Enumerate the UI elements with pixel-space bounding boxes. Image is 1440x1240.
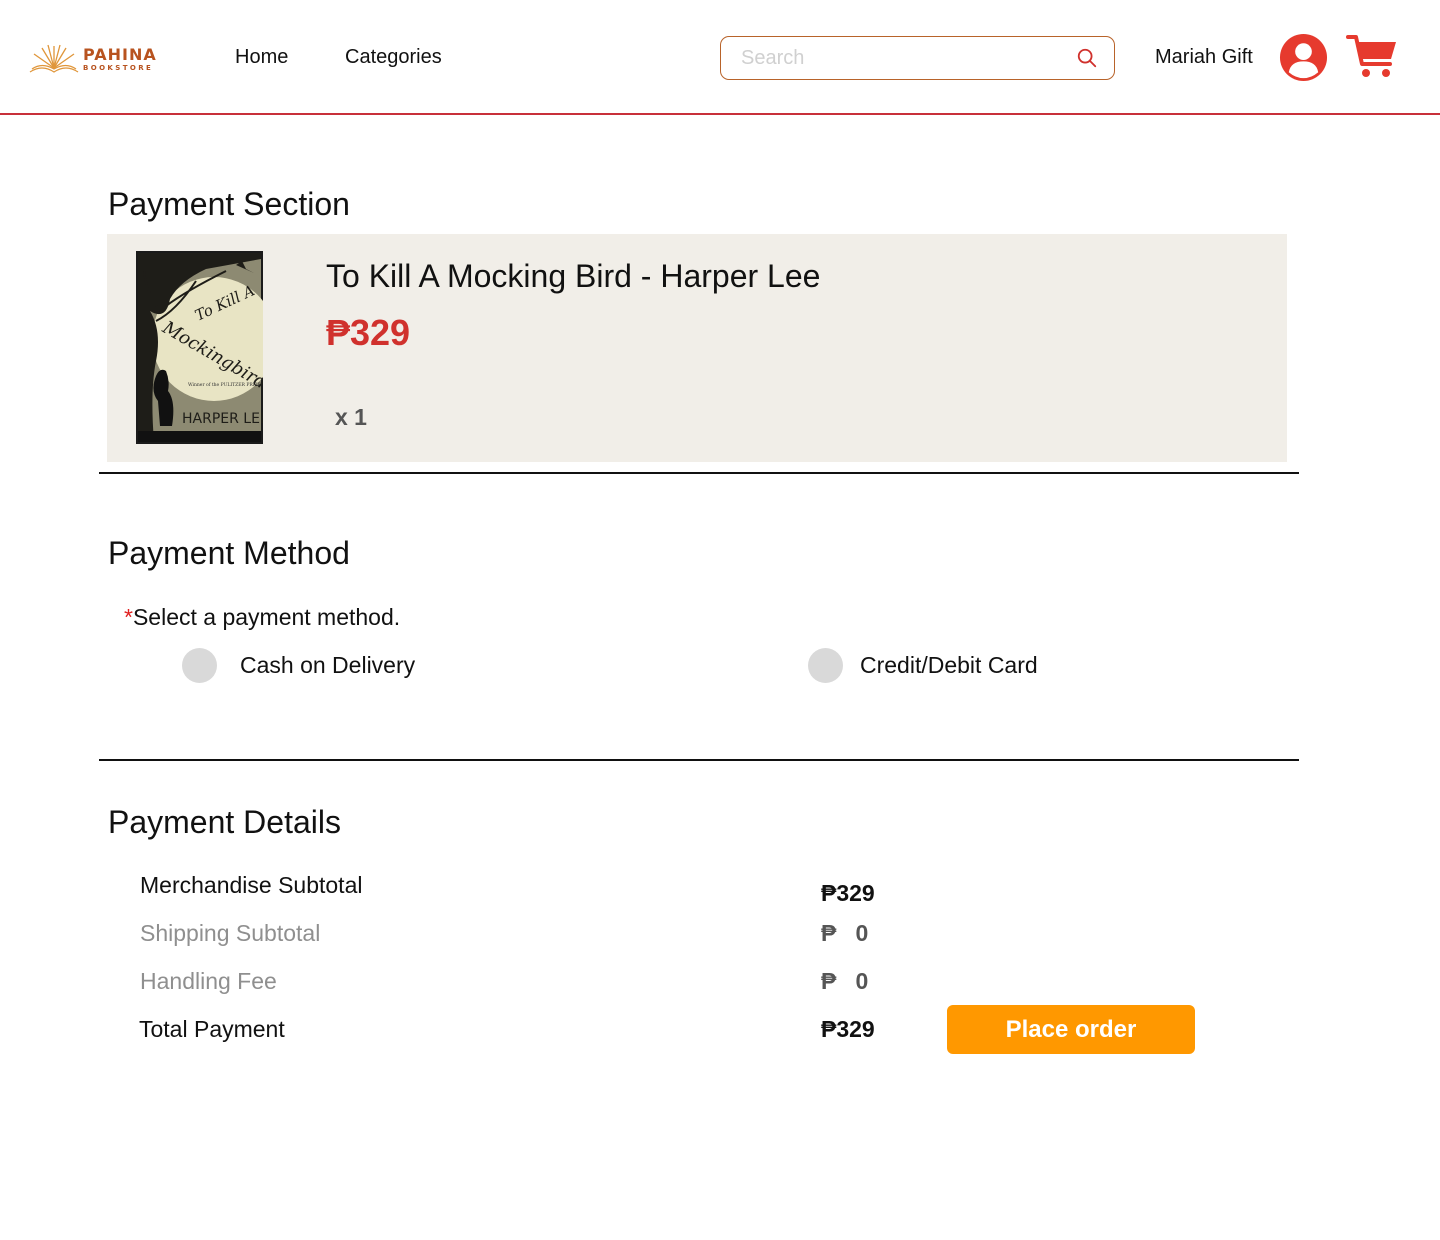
shipping-subtotal-value: ₱ 0	[821, 920, 869, 946]
payment-section-title: Payment Section	[108, 186, 350, 222]
section-divider	[99, 472, 1299, 474]
handling-fee-value: ₱ 0	[821, 968, 869, 994]
product-quantity: x 1	[335, 404, 367, 430]
credit-debit-card-radio[interactable]	[808, 648, 843, 683]
logo-name: PAHINA	[83, 45, 157, 64]
cover-award: Winner of the PULITZER PRIZE	[188, 382, 261, 388]
payment-details-title: Payment Details	[108, 804, 341, 840]
user-name[interactable]: Mariah Gift	[1155, 46, 1253, 69]
place-order-button[interactable]: Place order	[947, 1005, 1195, 1054]
search-input[interactable]	[741, 45, 1071, 71]
merchandise-subtotal-label: Merchandise Subtotal	[140, 872, 363, 898]
open-book-logo-icon	[29, 44, 79, 73]
total-payment-value: ₱329	[821, 1016, 875, 1042]
search-icon[interactable]	[1076, 47, 1098, 69]
payment-method-title: Payment Method	[108, 535, 350, 571]
total-payment-label: Total Payment	[139, 1016, 285, 1042]
cover-author: HARPER LEE	[182, 411, 263, 427]
book-cover-image: To Kill A Mockingbird Winner of the PULI…	[136, 251, 263, 444]
pahina-logo[interactable]: PAHINA BOOKSTORE	[28, 40, 168, 80]
cash-on-delivery-label[interactable]: Cash on Delivery	[240, 652, 415, 679]
logo-subtitle: BOOKSTORE	[83, 64, 154, 72]
cash-on-delivery-radio[interactable]	[182, 648, 217, 683]
section-divider	[99, 759, 1299, 761]
cart-icon[interactable]	[1346, 33, 1398, 79]
shipping-subtotal-label: Shipping Subtotal	[140, 920, 321, 946]
product-title: To Kill A Mocking Bird - Harper Lee	[326, 258, 821, 294]
nav-categories-link[interactable]: Categories	[345, 46, 442, 69]
search-box	[720, 36, 1115, 80]
handling-fee-label: Handling Fee	[140, 968, 277, 994]
payment-method-prompt: *Select a payment method.	[124, 604, 400, 631]
product-price: ₱329	[326, 312, 411, 353]
required-marker: *	[124, 604, 133, 630]
user-avatar-icon[interactable]	[1279, 33, 1328, 82]
credit-debit-card-label[interactable]: Credit/Debit Card	[860, 652, 1038, 679]
nav-home-link[interactable]: Home	[235, 46, 288, 69]
payment-method-prompt-text: Select a payment method.	[132, 604, 401, 630]
site-header: PAHINA BOOKSTORE Home Categories Mariah …	[0, 0, 1440, 115]
merchandise-subtotal-value: ₱329	[821, 880, 875, 906]
